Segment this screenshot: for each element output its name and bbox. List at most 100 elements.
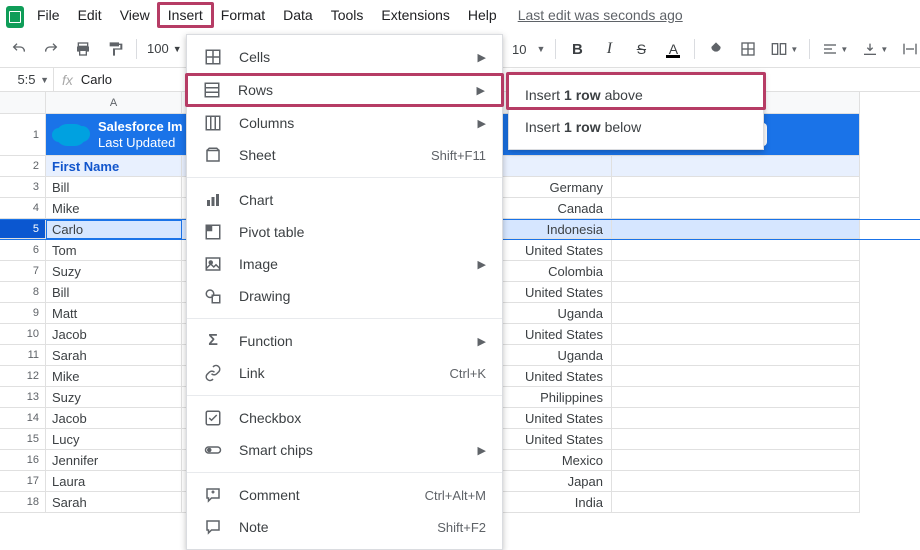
menu-item-rows[interactable]: Rows▶ (185, 73, 504, 107)
borders-button[interactable] (737, 38, 759, 60)
wrap-button[interactable]: ▼ (900, 38, 920, 60)
menu-item-smart-chips[interactable]: Smart chips▶ (187, 434, 502, 466)
valign-button[interactable]: ▼ (860, 38, 890, 60)
row-number[interactable]: 15 (0, 429, 46, 450)
cell[interactable] (612, 408, 860, 429)
menu-item-comment[interactable]: CommentCtrl+Alt+M (187, 479, 502, 511)
cell-first-name[interactable]: Laura (46, 471, 182, 492)
menu-item-checkbox[interactable]: Checkbox (187, 402, 502, 434)
menu-edit[interactable]: Edit (69, 3, 111, 27)
cell[interactable] (612, 261, 860, 282)
row-number[interactable]: 14 (0, 408, 46, 429)
sheets-logo-icon[interactable] (6, 6, 24, 28)
cell-first-name[interactable]: Bill (46, 282, 182, 303)
fill-color-button[interactable] (705, 38, 727, 60)
menu-item-columns[interactable]: Columns▶ (187, 107, 502, 139)
cell-first-name[interactable]: Tom (46, 240, 182, 261)
cell[interactable] (612, 177, 860, 198)
row-number[interactable]: 5 (0, 220, 46, 239)
cell[interactable] (612, 366, 860, 387)
cell-first-name[interactable]: Mike (46, 198, 182, 219)
row-number[interactable]: 1 (0, 114, 46, 156)
row-number[interactable]: 2 (0, 156, 46, 177)
menu-data[interactable]: Data (274, 3, 322, 27)
row-number[interactable]: 13 (0, 387, 46, 408)
menu-view[interactable]: View (111, 3, 159, 27)
select-all-corner[interactable] (0, 92, 46, 114)
cell[interactable] (612, 156, 860, 177)
cell-first-name[interactable]: Sarah (46, 345, 182, 366)
row-number[interactable]: 6 (0, 240, 46, 261)
cell[interactable] (612, 345, 860, 366)
header-first-name[interactable]: First Name (46, 156, 182, 177)
cell[interactable] (612, 198, 860, 219)
menu-file[interactable]: File (28, 3, 69, 27)
cell[interactable] (612, 387, 860, 408)
cell-first-name[interactable]: Suzy (46, 261, 182, 282)
menu-tools[interactable]: Tools (322, 3, 373, 27)
cell-first-name[interactable]: Jacob (46, 324, 182, 345)
row-number[interactable]: 3 (0, 177, 46, 198)
insert-row-above[interactable]: Insert 1 row above (509, 79, 763, 111)
cell[interactable] (612, 324, 860, 345)
cell-first-name[interactable]: Jacob (46, 408, 182, 429)
menu-format[interactable]: Format (212, 3, 274, 27)
cell[interactable] (612, 282, 860, 303)
row-number[interactable]: 18 (0, 492, 46, 513)
cell[interactable] (612, 450, 860, 471)
redo-button[interactable] (40, 38, 62, 60)
last-edit-link[interactable]: Last edit was seconds ago (518, 7, 683, 23)
menu-item-drawing[interactable]: Drawing (187, 280, 502, 312)
print-button[interactable] (72, 38, 94, 60)
row-number[interactable]: 7 (0, 261, 46, 282)
rows-submenu: Insert 1 row above Insert 1 row below (508, 72, 764, 150)
name-box[interactable]: 5:5 ▼ (0, 68, 54, 91)
menu-insert[interactable]: Insert (157, 2, 214, 28)
undo-button[interactable] (8, 38, 30, 60)
menu-item-pivot-table[interactable]: Pivot table (187, 216, 502, 248)
cell[interactable] (612, 429, 860, 450)
merge-button[interactable]: ▼ (769, 38, 799, 60)
row-number[interactable]: 4 (0, 198, 46, 219)
strikethrough-button[interactable]: S (630, 38, 652, 60)
menu-item-sheet[interactable]: SheetShift+F11 (187, 139, 502, 171)
cell-first-name[interactable]: Suzy (46, 387, 182, 408)
bold-button[interactable]: B (566, 38, 588, 60)
cell[interactable] (612, 240, 860, 261)
cell-first-name[interactable]: Matt (46, 303, 182, 324)
menu-item-function[interactable]: ΣFunction▶ (187, 325, 502, 357)
row-number[interactable]: 10 (0, 324, 46, 345)
row-number[interactable]: 11 (0, 345, 46, 366)
halign-button[interactable]: ▼ (820, 38, 850, 60)
cell-first-name[interactable]: Mike (46, 366, 182, 387)
row-number[interactable]: 12 (0, 366, 46, 387)
insert-row-below[interactable]: Insert 1 row below (509, 111, 763, 143)
cell-first-name[interactable]: Lucy (46, 429, 182, 450)
cell[interactable] (612, 471, 860, 492)
menu-item-link[interactable]: LinkCtrl+K (187, 357, 502, 389)
menu-extensions[interactable]: Extensions (372, 3, 458, 27)
menu-item-cells[interactable]: Cells▶ (187, 41, 502, 73)
row-number[interactable]: 9 (0, 303, 46, 324)
menu-item-note[interactable]: NoteShift+F2 (187, 511, 502, 543)
col-header-A[interactable]: A (46, 92, 182, 114)
text-color-button[interactable]: A (662, 38, 684, 60)
italic-button[interactable]: I (598, 38, 620, 60)
formula-value[interactable]: Carlo (81, 72, 112, 87)
font-size-value[interactable]: 10 (512, 42, 526, 57)
cell-first-name[interactable]: Jennifer (46, 450, 182, 471)
row-number[interactable]: 8 (0, 282, 46, 303)
row-number[interactable]: 16 (0, 450, 46, 471)
menu-item-image[interactable]: Image▶ (187, 248, 502, 280)
cell-first-name[interactable]: Carlo (46, 220, 182, 239)
menu-help[interactable]: Help (459, 3, 506, 27)
cell[interactable] (612, 303, 860, 324)
cell[interactable] (612, 220, 860, 239)
row-number[interactable]: 17 (0, 471, 46, 492)
paint-format-button[interactable] (104, 38, 126, 60)
cell-first-name[interactable]: Sarah (46, 492, 182, 513)
menu-item-chart[interactable]: Chart (187, 184, 502, 216)
zoom-select[interactable]: 100▼ (147, 41, 182, 56)
cell[interactable] (612, 492, 860, 513)
cell-first-name[interactable]: Bill (46, 177, 182, 198)
